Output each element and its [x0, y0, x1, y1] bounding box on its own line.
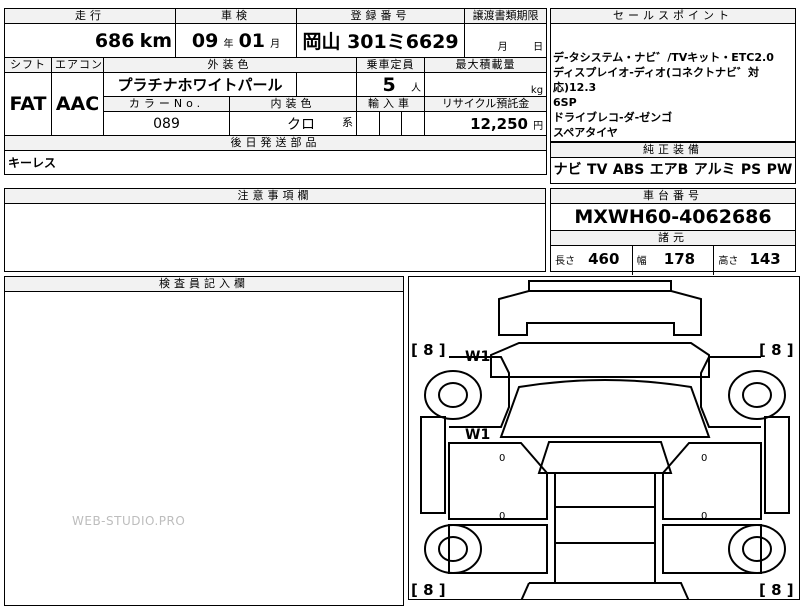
aircon-label: エアコン	[51, 57, 104, 73]
import-label: 輸入車	[356, 96, 426, 112]
capacity-cell: 5 人	[356, 72, 426, 97]
recycle-label: リサイクル預託金	[424, 96, 548, 112]
vehicle-info-table: 走行 車検 登録番号 譲渡書類期限 686 km 09 年 01 月 岡山 30…	[3, 8, 548, 175]
watermark-text: WEB-STUDIO.PRO	[72, 514, 186, 528]
inspector-box: 検査員記入欄	[4, 276, 404, 606]
shift-label: シフト	[4, 57, 52, 73]
notes-label: 注意事項欄	[5, 189, 545, 204]
length-value: 460	[588, 250, 620, 268]
exterior-color-label: 外装色	[102, 57, 358, 73]
length-label: 長さ	[555, 256, 575, 267]
capacity-label: 乗車定員	[356, 57, 426, 73]
height-value: 143	[749, 250, 781, 268]
equipment-item: TV	[587, 162, 608, 178]
interior-suffix: 系	[342, 115, 354, 129]
tire-mark-rear-left: [ 8 ]	[411, 581, 446, 599]
recycle-cell: 12,250 円	[424, 111, 548, 136]
transfer-label: 譲渡書類期限	[464, 8, 548, 24]
interior-color-value: クロ	[287, 116, 316, 133]
car-diagram: [ 8 ] [ 8 ] [ 8 ] [ 8 ] W1 W1 0 0 0 0	[408, 276, 800, 600]
dimensions-label: 諸元	[551, 231, 795, 246]
genuine-equipment-list: ナビ TV ABS エアB アルミ PS PW	[551, 158, 795, 182]
genuine-equipment-box: 純正装備 ナビ TV ABS エアB アルミ PS PW	[550, 142, 796, 184]
capacity-unit: 人	[411, 82, 422, 94]
zero-mark: 0	[701, 511, 708, 522]
later-parts-label: 後日発送部品	[3, 135, 548, 151]
sales-point-line: デ-タシステム・ナビ゛/TVキット・ETC2.0	[553, 51, 774, 64]
zero-mark: 0	[499, 453, 506, 464]
equipment-item: PW	[766, 162, 793, 178]
sales-point-line: 6SP	[553, 96, 577, 109]
max-load-unit: kg	[424, 72, 548, 97]
tire-mark-front-left: [ 8 ]	[411, 341, 446, 359]
year-unit: 年	[223, 38, 234, 50]
interior-color-label: 内装色	[229, 96, 358, 112]
width-label: 幅	[636, 256, 647, 267]
width-cell: 幅 178	[633, 246, 715, 275]
equipment-item: アルミ	[693, 162, 736, 178]
dimensions-row: 長さ 460 幅 178 高さ 143	[551, 246, 795, 275]
sales-point-line: ディスプレイオ-ディオ(コネクトナビ゛対応)12.3	[553, 66, 760, 94]
damage-mark-front-door: W1	[465, 427, 491, 443]
tire-mark-front-right: [ 8 ]	[759, 341, 794, 359]
chassis-value: MXWH60-4062686	[551, 204, 795, 231]
tire-mark-rear-right: [ 8 ]	[759, 581, 794, 599]
exterior-color-extra	[296, 72, 358, 97]
transfer-cell: 月 日	[464, 23, 548, 58]
sales-point-line: ドライブレコ-ダ-ゼンゴ	[553, 111, 673, 124]
sales-points-box: セールスポイント デ-タシステム・ナビ゛/TVキット・ETC2.0 ディスプレイ…	[550, 8, 796, 142]
capacity-value: 5	[382, 73, 396, 96]
transfer-month-unit: 月	[497, 42, 508, 53]
color-no-value: 089	[102, 111, 231, 136]
equipment-item: エアB	[649, 162, 689, 178]
mileage-value: 686	[94, 29, 135, 52]
inspection-cell: 09 年 01 月	[175, 23, 298, 58]
sales-point-line: スペアタイヤ	[553, 126, 618, 139]
transfer-day-unit: 日	[533, 42, 544, 53]
recycle-value: 12,250	[470, 115, 528, 133]
month-unit: 月	[270, 38, 281, 50]
exterior-color-value: プラチナホワイトパール	[102, 72, 297, 97]
zero-mark: 0	[701, 453, 708, 464]
sales-points-label: セールスポイント	[551, 9, 795, 24]
inspection-year: 09	[191, 29, 219, 52]
equipment-item: ナビ	[553, 162, 582, 178]
shift-value: FAT	[4, 72, 52, 136]
inspection-label: 車検	[175, 8, 298, 24]
later-parts-value: キーレス	[3, 150, 548, 175]
inspector-label: 検査員記入欄	[5, 277, 403, 292]
length-cell: 長さ 460	[551, 246, 633, 275]
chassis-label: 車台番号	[551, 189, 795, 204]
height-cell: 高さ 143	[714, 246, 795, 275]
import-box-2	[379, 111, 403, 136]
max-load-label: 最大積載量	[424, 57, 548, 73]
color-no-label: カラーNo.	[102, 96, 231, 112]
mileage-unit: km	[139, 29, 173, 52]
zero-mark: 0	[499, 511, 506, 522]
mileage-label: 走行	[3, 8, 177, 24]
inspection-month: 01	[238, 29, 266, 52]
registration-label: 登録番号	[296, 8, 466, 24]
aircon-value: AAC	[51, 72, 104, 136]
genuine-equipment-label: 純正装備	[551, 143, 795, 158]
mileage-cell: 686 km	[3, 23, 177, 58]
interior-color-cell: クロ 系	[229, 111, 358, 136]
import-box-3	[401, 111, 426, 136]
width-value: 178	[663, 250, 696, 268]
chassis-box: 車台番号 MXWH60-4062686 諸元 長さ 460 幅 178 高さ 1…	[550, 188, 796, 275]
damage-mark-front-fender: W1	[465, 349, 491, 365]
equipment-item: ABS	[612, 162, 645, 178]
height-label: 高さ	[718, 256, 739, 267]
recycle-unit: 円	[533, 121, 544, 132]
registration-value: 岡山 301ミ6629	[296, 23, 466, 58]
equipment-item: PS	[740, 162, 762, 178]
import-box-1	[356, 111, 381, 136]
notes-box: 注意事項欄	[4, 188, 546, 272]
